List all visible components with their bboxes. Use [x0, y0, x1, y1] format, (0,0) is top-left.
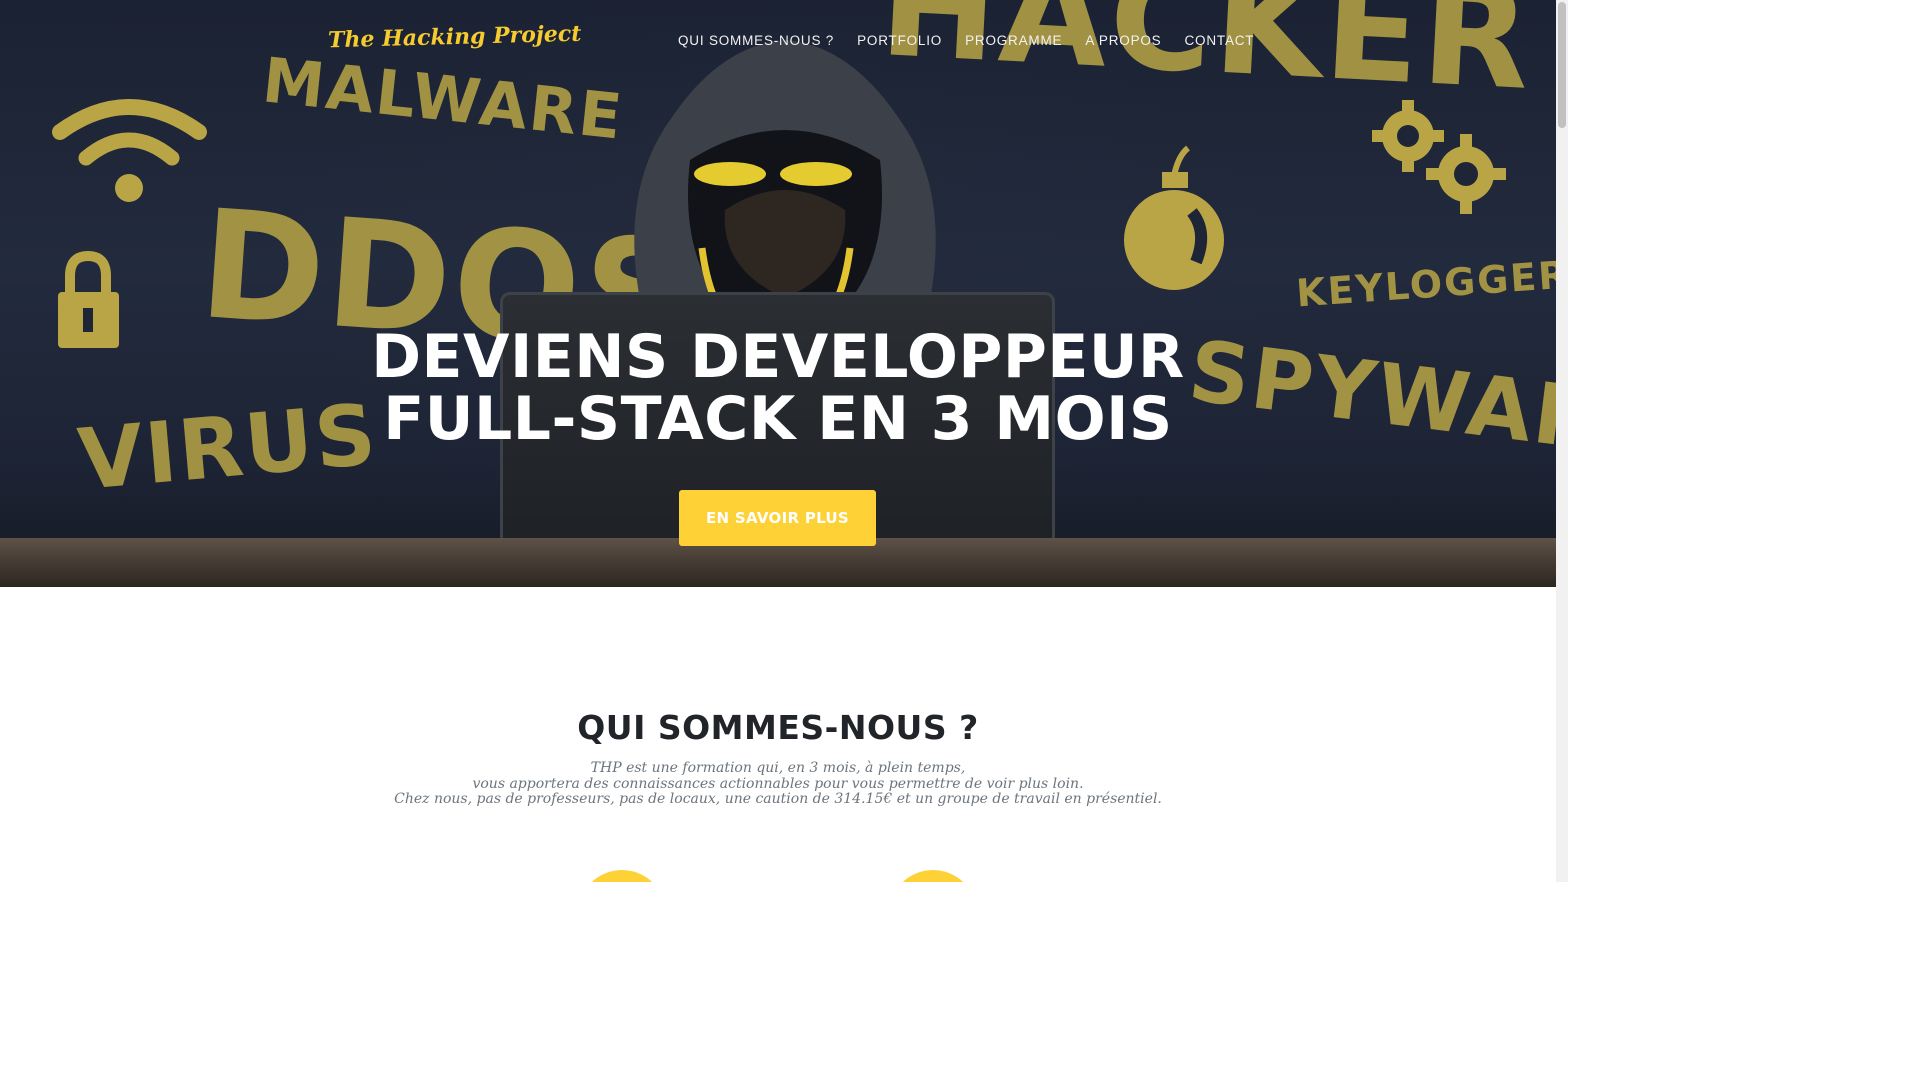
nav-links: QUI SOMMES-NOUS ? PORTFOLIO PROGRAMME A …	[678, 33, 1254, 48]
section-title: QUI SOMMES-NOUS ?	[577, 708, 979, 747]
nav-link-programme[interactable]: PROGRAMME	[965, 33, 1062, 48]
bg-word-keylogger: KEYLOGGER	[1294, 252, 1556, 316]
wifi-icon	[52, 99, 207, 202]
feature-icon-circle	[889, 870, 977, 882]
scrollbar-thumb[interactable]	[1558, 2, 1566, 128]
description-line-3: Chez nous, pas de professeurs, pas de lo…	[394, 791, 1162, 807]
nav-link-portfolio[interactable]: PORTFOLIO	[857, 33, 942, 48]
hero-title-line-1: DEVIENS DEVELOPPEUR	[371, 322, 1185, 392]
nav-link-contact[interactable]: CONTACT	[1185, 33, 1255, 48]
feature-icon-circle	[578, 870, 666, 882]
learn-more-button[interactable]: EN SAVOIR PLUS	[679, 490, 876, 546]
bomb-icon	[1124, 145, 1224, 290]
page-scrollbar[interactable]	[1556, 0, 1568, 882]
nav-link-a-propos[interactable]: A PROPOS	[1085, 33, 1161, 48]
section-description: THP est une formation qui, en 3 mois, à …	[0, 760, 1556, 808]
brand-logo[interactable]: The Hacking Project	[328, 21, 582, 54]
page: HACKER MALWARE DDOS VIRUS KEYLOGGER SPYW…	[0, 0, 1556, 882]
description-line-1: THP est une formation qui, en 3 mois, à …	[590, 760, 966, 776]
hero-title-line-2: FULL-STACK EN 3 MOIS	[383, 384, 1173, 454]
hero-section: HACKER MALWARE DDOS VIRUS KEYLOGGER SPYW…	[0, 0, 1556, 587]
description-line-2: vous apportera des connaissances actionn…	[472, 775, 1084, 792]
gears-icon	[1372, 100, 1506, 214]
top-navbar: The Hacking Project QUI SOMMES-NOUS ? PO…	[0, 0, 1556, 84]
hero-title: DEVIENS DEVELOPPEUR FULL-STACK EN 3 MOIS	[0, 326, 1556, 450]
nav-link-qui-sommes-nous[interactable]: QUI SOMMES-NOUS ?	[678, 33, 834, 48]
